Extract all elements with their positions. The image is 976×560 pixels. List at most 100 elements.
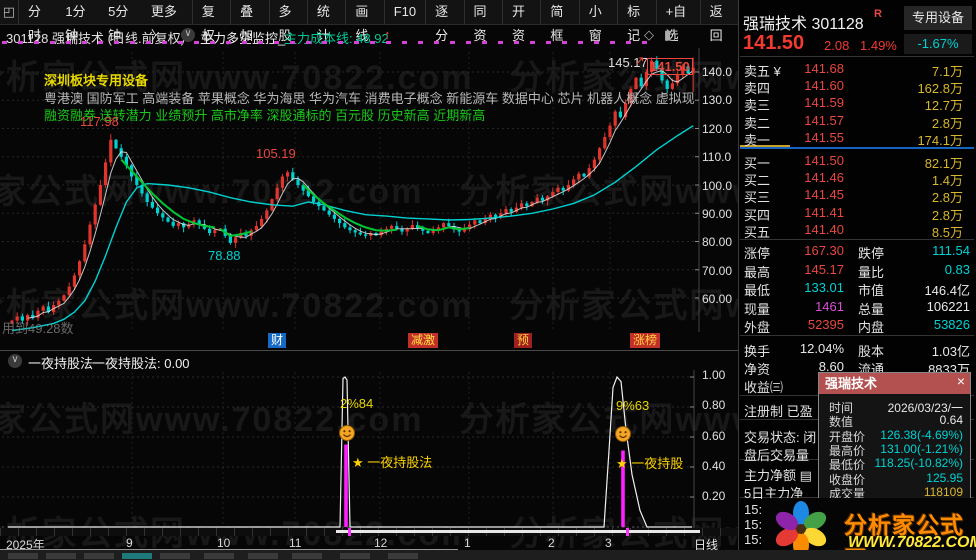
buy-level-2-vol: 1.4万 <box>931 173 963 189</box>
panel-divider <box>738 0 739 560</box>
window-layout-icon[interactable]: ◰ <box>0 0 19 24</box>
buy-level-1-price: 141.50 <box>804 153 844 168</box>
menu-item-6[interactable]: 叠加 <box>230 0 268 43</box>
stat-value: 146.4亿 <box>924 283 970 298</box>
signal2-text: ★ 一夜持股 <box>616 456 684 471</box>
popup-row-value: 118109 <box>923 484 963 499</box>
menu-item-16[interactable]: 标记 <box>617 0 655 43</box>
menu-item-17[interactable]: +自选 <box>655 0 700 43</box>
sell-level-4-price: 141.60 <box>804 78 844 94</box>
ticker-dashes <box>2 41 657 44</box>
menu-item-13[interactable]: 开资 <box>501 0 540 43</box>
sell-level-4-vol: 162.8万 <box>917 81 963 97</box>
main-y-tick: 80.00 <box>702 235 733 250</box>
taskbar-item[interactable] <box>248 553 278 559</box>
buy-level-5-price: 141.40 <box>804 221 844 237</box>
taskbar-item[interactable] <box>84 553 114 559</box>
time-axis-label: 10 <box>217 536 231 550</box>
bottom-taskbar[interactable] <box>0 549 976 560</box>
collapse-chevron-icon[interactable]: ∨ <box>181 28 195 42</box>
popup-title[interactable]: 强瑞技术 <box>819 373 970 394</box>
event-badge-2[interactable]: 减激 <box>408 333 439 348</box>
menu-item-11[interactable]: 逐分 <box>425 0 463 43</box>
main-y-tick: 120.0 <box>702 121 733 136</box>
pane-split-icon[interactable]: ◧ <box>664 27 676 43</box>
time-axis-label: 2 <box>548 536 555 550</box>
sub-chart-canvas[interactable] <box>0 370 700 532</box>
stat-value: 53826 <box>933 317 970 332</box>
event-badge-3[interactable]: 预 <box>514 333 533 348</box>
popup-row-value: 126.38(-4.69%) <box>880 427 963 442</box>
menu-item-14[interactable]: 简框 <box>540 0 578 43</box>
after-hours-pct: -1.67% <box>904 34 972 54</box>
time-axis-label: 9 <box>126 536 133 550</box>
price-change: 2.08 <box>824 38 850 53</box>
annotation-peak1: 117.98 <box>80 114 119 129</box>
buy-level-5-vol: 8.5万 <box>931 224 963 240</box>
stat-value: 0.83 <box>944 262 970 277</box>
menu-item-3[interactable]: 5分钟 <box>99 0 142 43</box>
menu-item-1[interactable]: 分时 <box>19 0 56 43</box>
time-axis-label: 3 <box>605 536 612 550</box>
industry-tag[interactable]: 专用设备 <box>904 6 972 30</box>
sell-level-5-price: 141.68 <box>804 61 844 76</box>
indicator-name[interactable]: 主力多空监控_ <box>200 28 285 47</box>
sell-level-2-label: 卖二 <box>744 115 771 131</box>
menu-item-2[interactable]: 1分钟 <box>56 0 99 43</box>
navigator-thumb[interactable] <box>336 530 700 533</box>
taskbar-item[interactable] <box>388 553 418 559</box>
menu-item-9[interactable]: 画线 <box>345 0 383 43</box>
menu-item-5[interactable]: 复权 <box>191 0 230 43</box>
menu-item-4[interactable]: 更多 〉 <box>142 0 192 43</box>
signal1-text: ★ 一夜持股法 <box>352 455 433 470</box>
menu-item-8[interactable]: 统计 <box>306 0 345 43</box>
event-badge-4[interactable]: 涨榜 <box>630 333 661 348</box>
smiley-emoji <box>615 426 631 442</box>
popup-row-value: 0.64 <box>939 413 963 428</box>
main-chart-canvas[interactable]: 深圳板块专用设备 粤港澳 国防军工 高端装备 苹果概念 华为海思 华为汽车 消费… <box>0 48 700 332</box>
taskbar-item[interactable] <box>340 553 370 559</box>
menu-item-18[interactable]: 返回 <box>699 0 738 43</box>
chart-navigator[interactable] <box>0 528 738 536</box>
navigator-signal-mark <box>626 528 629 536</box>
top-menubar: ◰ 分时 1分钟 5分钟 更多 〉复权 叠加 多股 统计 画线 F10 逐分 同资 开资 简框 小窗 标记 +… <box>0 0 738 43</box>
pane-divider[interactable] <box>0 350 738 351</box>
time-axis-label: 12 <box>374 536 388 550</box>
time-axis-label: 1 <box>464 536 471 550</box>
annotation-arrow-icon: ↗ <box>634 53 645 68</box>
stat-label: 最低 <box>744 283 771 298</box>
taskbar-item[interactable] <box>292 553 322 559</box>
sub-collapse-icon[interactable]: ∨ <box>8 354 22 368</box>
signal1-value: 2%84 <box>340 396 374 411</box>
stat-label: 最高 <box>744 265 771 280</box>
time-axis: 日线 2025年 9 10 11 12 1 2 3 <box>0 536 738 552</box>
price-change-pct: 1.49% <box>860 38 897 53</box>
stat-label: 外盘 <box>744 320 771 335</box>
taskbar-item[interactable] <box>8 553 38 559</box>
buy-level-4-price: 141.41 <box>804 204 844 220</box>
stat-label: 现量 <box>744 302 771 317</box>
taskbar-item[interactable] <box>46 553 76 559</box>
annotation-low1: 78.88 <box>208 248 241 263</box>
menu-item-12[interactable]: 同资 <box>463 0 502 43</box>
close-icon[interactable]: × <box>957 373 965 389</box>
time-axis-label: 11 <box>289 536 302 550</box>
menu-item-10[interactable]: F10 <box>383 0 425 24</box>
stat-value: 1.03亿 <box>931 344 970 359</box>
menu-item-7[interactable]: 多股 <box>268 0 307 43</box>
tick-time-row: 15: <box>744 517 763 532</box>
stat-label: 涨停 <box>744 246 771 261</box>
panel-separator <box>740 335 974 336</box>
buy-level-1-vol: 82.1万 <box>924 156 963 171</box>
menu-item-15[interactable]: 小窗 <box>578 0 617 43</box>
event-badge-1[interactable]: 财 <box>268 333 287 348</box>
stat-label: 量比 <box>858 265 885 280</box>
stat-value: 111.54 <box>932 243 970 258</box>
taskbar-item[interactable] <box>122 553 152 559</box>
sub-indicator-name[interactable]: 一夜持股法 <box>28 353 93 372</box>
stock-title: 301128 强瑞技术 (日线.前复权) <box>6 31 185 46</box>
buy-level-2-label: 买二 <box>744 173 771 189</box>
taskbar-item[interactable] <box>204 553 234 559</box>
taskbar-item[interactable] <box>160 553 190 559</box>
sell-level-1-price: 141.55 <box>804 129 844 145</box>
